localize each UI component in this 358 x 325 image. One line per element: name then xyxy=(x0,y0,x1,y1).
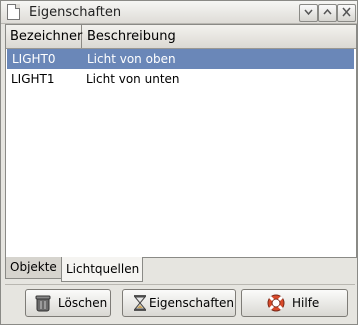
help-button[interactable]: Hilfe xyxy=(241,289,348,317)
trash-icon xyxy=(35,295,51,312)
maximize-icon[interactable] xyxy=(318,4,337,22)
properties-button[interactable]: Eigenschaften xyxy=(122,289,236,317)
table-header: Bezeichner Beschreibung xyxy=(6,25,356,49)
properties-window: Eigenschaften Bezeichner Beschreibung LI… xyxy=(0,0,358,325)
properties-button-label: Eigenschaften xyxy=(149,296,235,310)
column-header-description[interactable]: Beschreibung xyxy=(83,25,356,48)
table-row[interactable]: LIGHT1 Licht von unten xyxy=(6,69,356,89)
cell-description: Licht von unten xyxy=(86,72,180,86)
button-bar: Löschen Eigenschaften Hilfe xyxy=(5,284,355,325)
cell-identifier: LIGHT1 xyxy=(11,72,55,86)
delete-button[interactable]: Löschen xyxy=(25,289,111,317)
hourglass-icon xyxy=(133,295,147,311)
column-header-identifier[interactable]: Bezeichner xyxy=(6,25,82,48)
help-button-label: Hilfe xyxy=(292,296,320,310)
table-row[interactable]: LIGHT0 Licht von oben xyxy=(7,49,354,69)
window-title: Eigenschaften xyxy=(29,5,122,20)
cell-description: Licht von oben xyxy=(87,52,176,66)
tab-objects[interactable]: Objekte xyxy=(5,257,62,279)
title-bar[interactable]: Eigenschaften xyxy=(1,1,357,24)
tab-light-sources[interactable]: Lichtquellen xyxy=(61,257,143,282)
close-icon[interactable] xyxy=(337,4,356,22)
lights-table: Bezeichner Beschreibung LIGHT0 Licht von… xyxy=(5,24,357,258)
tab-bar: Objekte Lichtquellen xyxy=(5,257,355,283)
lifebuoy-icon xyxy=(267,294,285,312)
document-icon xyxy=(7,4,20,20)
delete-button-label: Löschen xyxy=(58,296,108,310)
minimize-icon[interactable] xyxy=(299,4,318,22)
cell-identifier: LIGHT0 xyxy=(12,52,56,66)
